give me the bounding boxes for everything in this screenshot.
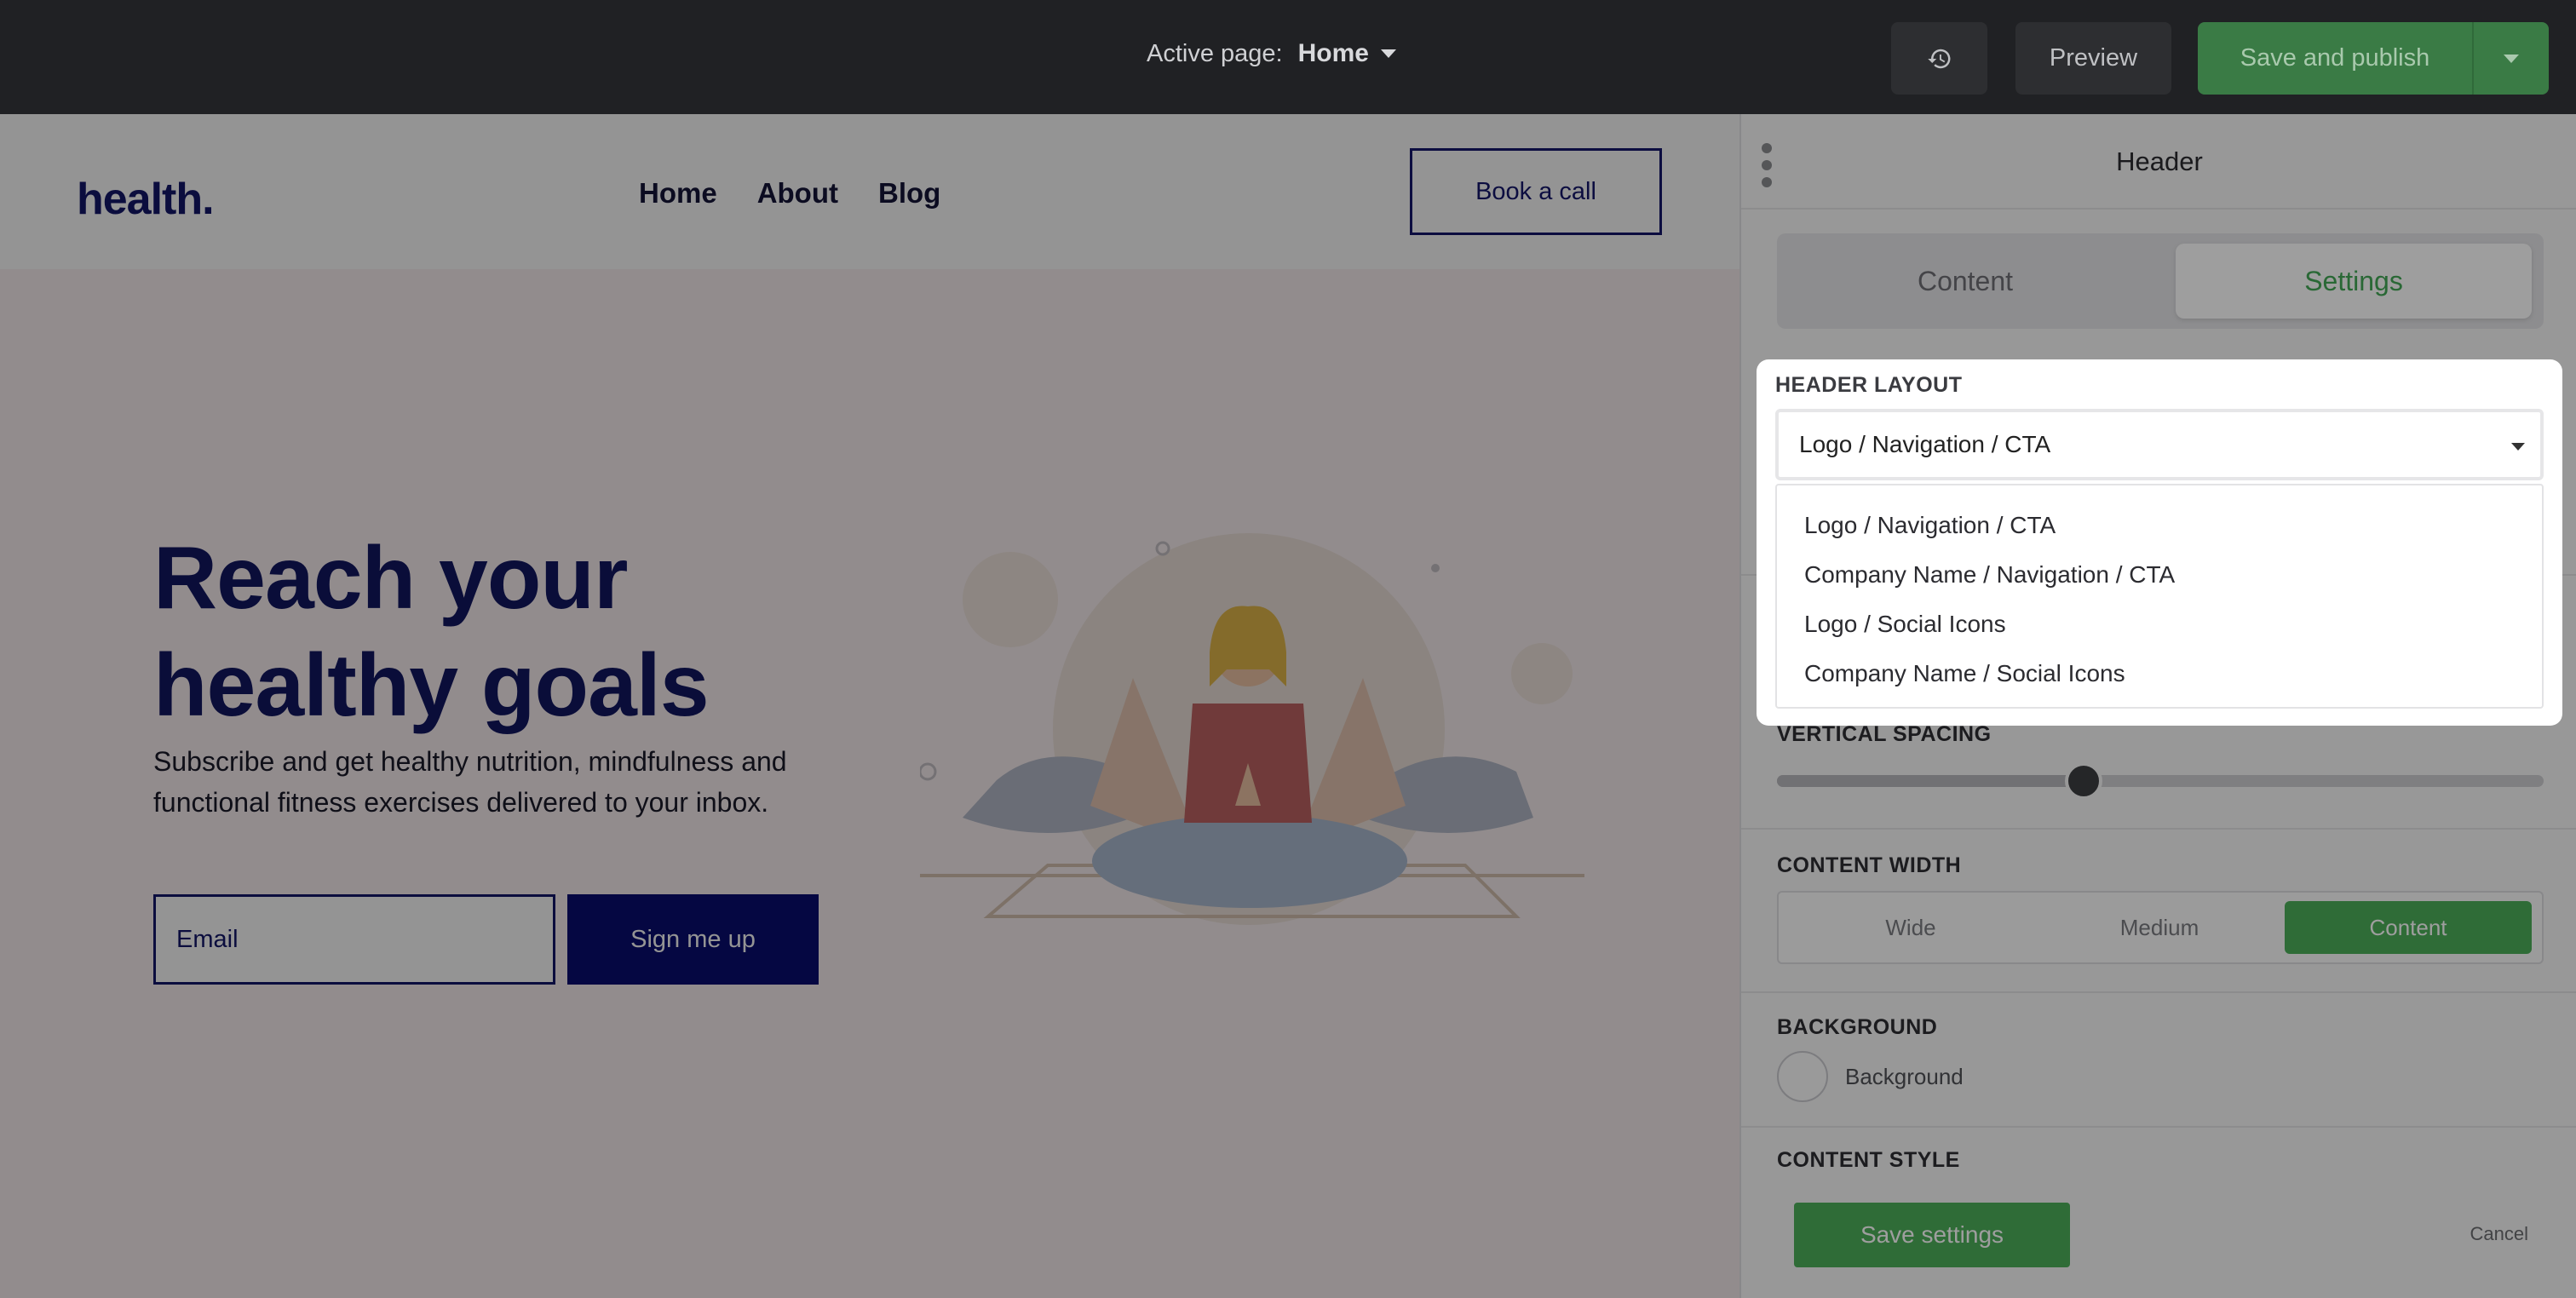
header-layout-card: HEADER LAYOUT Logo / Navigation / CTA Lo… [1757, 359, 2562, 726]
header-layout-label: HEADER LAYOUT [1775, 373, 1963, 397]
preview-label: Preview [2049, 44, 2138, 72]
hero-section: Reach your healthy goals Subscribe and g… [0, 269, 1739, 1298]
nav-item-blog[interactable]: Blog [878, 177, 940, 210]
width-option-medium[interactable]: Medium [2036, 901, 2283, 954]
active-page-selector: Active page: Home [1147, 39, 1396, 68]
site-preview: health. Home About Blog Book a call Reac… [0, 114, 1739, 1298]
slider-thumb[interactable] [2065, 762, 2102, 800]
site-nav: Home About Blog [639, 177, 940, 210]
content-width-selector: Wide Medium Content [1777, 891, 2544, 964]
site-header[interactable]: health. Home About Blog Book a call [0, 114, 1739, 269]
meditation-illustration [920, 533, 1584, 925]
editor-toolbar: Active page: Home Preview Save and publi… [0, 0, 2576, 114]
divider [1741, 1126, 2576, 1128]
vertical-spacing-slider[interactable] [1777, 762, 2544, 800]
preview-button[interactable]: Preview [2015, 22, 2171, 95]
layout-option[interactable]: Logo / Navigation / CTA [1777, 501, 2542, 550]
width-option-content[interactable]: Content [2285, 901, 2532, 954]
tab-content[interactable]: Content [1787, 244, 2143, 319]
header-layout-selected: Logo / Navigation / CTA [1799, 431, 2051, 457]
history-button[interactable] [1891, 22, 1987, 95]
save-settings-button[interactable]: Save settings [1794, 1203, 2070, 1267]
tab-settings[interactable]: Settings [2176, 244, 2532, 319]
chevron-down-icon [2511, 443, 2525, 451]
panel-footer: Save settings Cancel [1741, 1180, 2576, 1298]
slider-fill [1777, 775, 2084, 787]
hero-subtitle: Subscribe and get healthy nutrition, min… [153, 746, 787, 818]
nav-item-home[interactable]: Home [639, 177, 717, 210]
background-swatch-label: Background [1845, 1064, 1964, 1089]
content-style-label: CONTENT STYLE [1777, 1148, 1960, 1172]
active-page-label: Active page: [1147, 39, 1283, 67]
background-label: BACKGROUND [1777, 1015, 1938, 1039]
hero-title: Reach your healthy goals [153, 529, 710, 735]
email-field[interactable]: Email [153, 894, 555, 985]
history-icon [1927, 49, 1950, 68]
active-page-value: Home [1297, 39, 1369, 67]
chevron-down-icon [2504, 54, 2519, 63]
nav-item-about[interactable]: About [757, 177, 838, 210]
publish-options-toggle[interactable] [2472, 22, 2549, 95]
vertical-spacing-label: VERTICAL SPACING [1777, 722, 1992, 746]
panel-header: Header [1741, 114, 2576, 210]
header-layout-select[interactable]: Logo / Navigation / CTA [1775, 409, 2544, 480]
book-call-button[interactable]: Book a call [1410, 148, 1662, 235]
content-width-label: CONTENT WIDTH [1777, 853, 1962, 877]
active-page-dropdown[interactable]: Home [1298, 39, 1396, 68]
divider [1741, 991, 2576, 993]
width-option-wide[interactable]: Wide [1787, 901, 2034, 954]
layout-option[interactable]: Logo / Social Icons [1777, 600, 2542, 649]
panel-title: Header [2116, 146, 2203, 176]
chevron-down-icon [1380, 49, 1396, 58]
layout-option[interactable]: Company Name / Social Icons [1777, 649, 2542, 698]
divider [1741, 828, 2576, 830]
background-color-swatch[interactable] [1777, 1051, 1828, 1102]
cancel-button[interactable]: Cancel [2470, 1223, 2528, 1245]
save-and-publish-button[interactable]: Save and publish [2198, 22, 2549, 95]
layout-option[interactable]: Company Name / Navigation / CTA [1777, 550, 2542, 600]
panel-tabs: Content Settings [1777, 233, 2544, 329]
signup-button[interactable]: Sign me up [567, 894, 819, 985]
publish-label: Save and publish [2240, 44, 2430, 72]
site-logo[interactable]: health. [77, 174, 215, 225]
header-layout-menu: Logo / Navigation / CTA Company Name / N… [1775, 484, 2544, 709]
